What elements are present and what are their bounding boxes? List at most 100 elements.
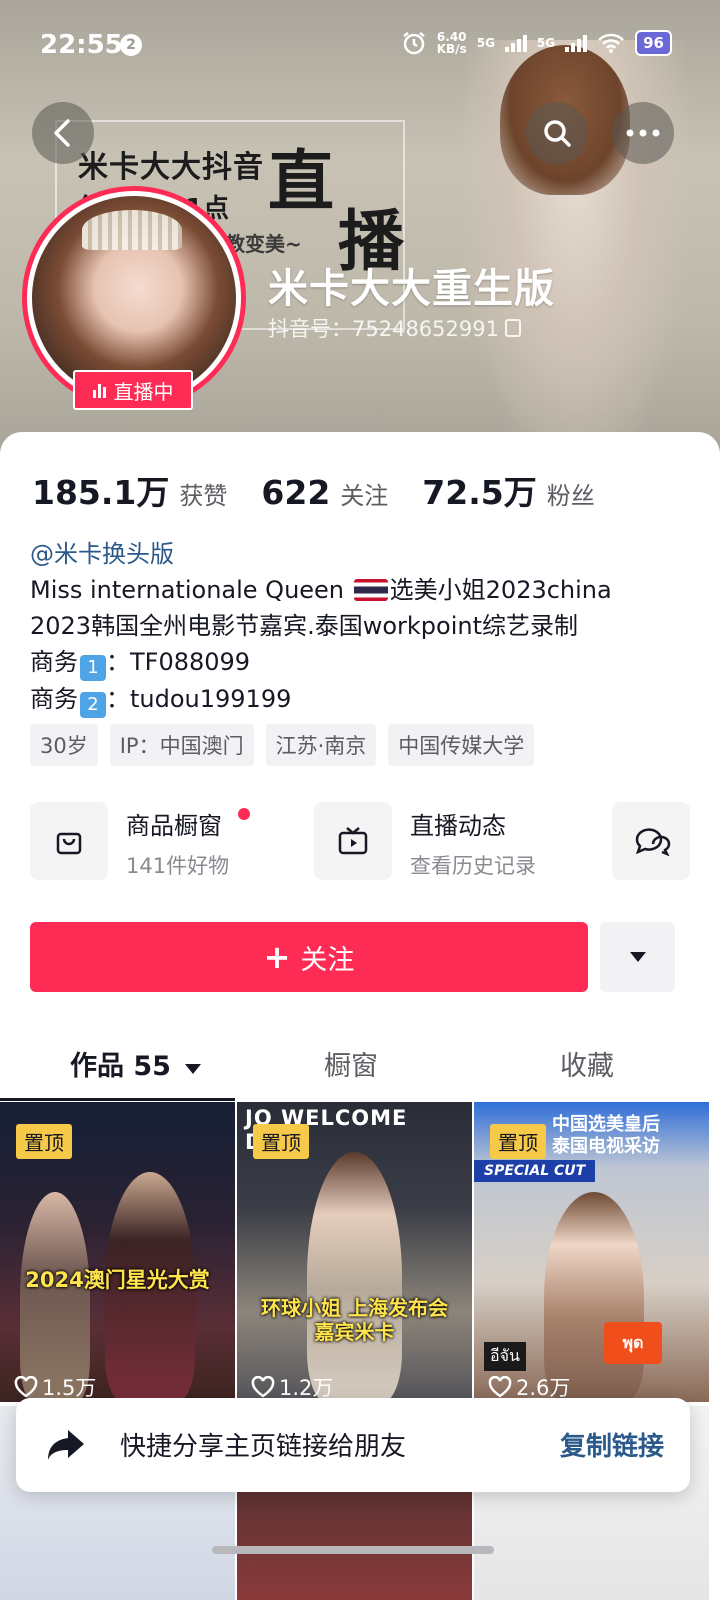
tag-age: 30岁 [30, 724, 98, 766]
video-person-figure [544, 1192, 644, 1402]
profile-bio: @米卡换头版 Miss internationale Queen 选美小姐202… [30, 536, 700, 718]
live-history-subtitle: 查看历史记录 [410, 854, 536, 878]
tab-works[interactable]: 作品 55 [70, 1044, 202, 1083]
tag-school[interactable]: 中国传媒大学 [388, 724, 535, 766]
tv-icon [338, 827, 368, 855]
signal-icon-1 [504, 34, 527, 52]
shop-window-title[interactable]: 商品橱窗 [126, 806, 222, 841]
plus-icon: + [263, 938, 291, 976]
thailand-flag-icon [353, 579, 388, 601]
share-toast-text: 快捷分享主页链接给朋友 [120, 1432, 407, 1462]
shop-window-button[interactable] [30, 802, 108, 880]
video-person-figure [307, 1152, 402, 1402]
follow-button-label: 关注 [300, 944, 355, 976]
heart-icon [14, 1376, 38, 1398]
stat-followers-label: 粉丝 [546, 482, 595, 510]
stat-following[interactable]: 622 关注 [261, 473, 388, 512]
stat-followers[interactable]: 72.5万 粉丝 [422, 466, 594, 514]
more-dots-icon [626, 129, 660, 137]
video-tile[interactable]: 置顶 2024澳门星光大赏 1.5万 [0, 1102, 235, 1402]
video-caption-line2: 嘉宾米卡 [314, 1320, 395, 1344]
poster-big-text-1: 直 [268, 142, 334, 220]
notification-badge: 2 [120, 34, 142, 56]
tag-location[interactable]: 江苏·南京 [265, 724, 377, 766]
shop-window-subtitle: 141件好物 [126, 854, 230, 878]
status-bar: 22:55 2 6.40 KB/s 5G 5G 96 [0, 0, 720, 90]
stat-likes-value: 185.1万 [32, 473, 170, 512]
chat-bubbles-icon [635, 828, 671, 857]
stat-likes-label: 获赞 [179, 482, 228, 510]
live-bars-icon [92, 382, 106, 398]
battery-indicator: 96 [635, 30, 672, 56]
video-caption: 2024澳门星光大赏 [25, 1268, 210, 1292]
profile-tabs: 作品 55 橱窗 收藏 [0, 1032, 720, 1092]
poster-line1: 米卡大大抖音 [78, 150, 264, 185]
video-person-figure [20, 1192, 90, 1402]
douyin-id-text: 抖音号：75248652991 [268, 317, 499, 341]
copy-link-button[interactable]: 复制链接 [560, 1426, 664, 1463]
video-tv-title: 中国选美皇后 泰国电视采访 [552, 1114, 660, 1157]
pinned-badge: 置顶 [16, 1124, 72, 1159]
profile-shortcuts: 商品橱窗 141件好物 直播动态 查看历史记录 [30, 802, 692, 884]
video-special-cut-label: SPECIAL CUT [474, 1160, 596, 1182]
stat-followers-value: 72.5万 [422, 473, 537, 512]
back-button[interactable] [32, 102, 94, 164]
signal-icon-2 [565, 34, 588, 52]
signal-5g-label-1: 5G [476, 36, 495, 50]
active-tab-indicator [0, 1098, 235, 1101]
pinned-badge: 置顶 [253, 1124, 309, 1159]
bio-line-2: 2023韩国全州电影节嘉宾.泰国workpoint综艺录制 [30, 612, 578, 640]
heart-icon [488, 1376, 512, 1398]
profile-nickname: 米卡大大重生版 [268, 266, 555, 312]
chevron-left-icon [54, 119, 70, 147]
signal-5g-label-2: 5G [536, 36, 556, 50]
heart-icon [251, 1376, 275, 1398]
video-mic-label: พุด [604, 1322, 662, 1364]
live-status-badge[interactable]: 直播中 [73, 370, 193, 410]
shopping-bag-icon [56, 832, 82, 855]
video-tile[interactable]: 中国选美皇后 泰国电视采访 SPECIAL CUT 置顶 อีจัน พุด 2.… [474, 1102, 709, 1402]
caret-down-icon [185, 1064, 202, 1074]
shop-window-red-dot [238, 808, 250, 820]
tab-favorites[interactable]: 收藏 [560, 1044, 614, 1083]
more-options-button[interactable] [612, 102, 674, 164]
crown-graphic [82, 210, 182, 250]
stat-following-value: 622 [261, 473, 331, 512]
bio-business-1: 商务 1 ：TF088099 [30, 644, 700, 681]
video-thai-label: อีจัน [484, 1342, 526, 1371]
video-grid: 置顶 2024澳门星光大赏 1.5万 JO WELCOME DINN 置顶 环球… [0, 1102, 720, 1600]
live-badge-label: 直播中 [113, 379, 174, 404]
share-arrow-icon [48, 1430, 84, 1460]
message-button[interactable] [612, 802, 690, 880]
tab-shop-window[interactable]: 橱窗 [324, 1044, 378, 1083]
stat-following-label: 关注 [340, 482, 389, 510]
video-tile[interactable]: JO WELCOME DINN 置顶 环球小姐 上海发布会 嘉宾米卡 1.2万 [237, 1102, 472, 1402]
home-indicator[interactable] [212, 1546, 494, 1554]
pinned-badge: 置顶 [490, 1124, 546, 1159]
share-profile-toast: 快捷分享主页链接给朋友 复制链接 [16, 1398, 690, 1492]
wifi-icon [598, 33, 625, 53]
profile-stats: 185.1万 获赞 622 关注 72.5万 粉丝 [32, 466, 595, 514]
keycap-one-icon: 1 [80, 655, 106, 681]
stat-likes[interactable]: 185.1万 获赞 [32, 466, 227, 514]
bio-line-1: Miss internationale Queen 选美小姐2023china [30, 576, 612, 604]
status-time: 22:55 [40, 30, 123, 60]
follow-dropdown-button[interactable] [600, 922, 675, 992]
keycap-two-icon: 2 [80, 692, 106, 718]
status-indicators: 6.40 KB/s 5G 5G 96 [401, 30, 672, 56]
follow-button[interactable]: + 关注 [30, 922, 588, 992]
live-history-button[interactable] [314, 802, 392, 880]
alarm-icon [402, 32, 425, 55]
live-history-title[interactable]: 直播动态 [410, 806, 506, 841]
copy-icon[interactable] [504, 319, 521, 337]
caret-down-icon [629, 952, 646, 962]
tag-ip: IP：中国澳门 [109, 724, 254, 766]
search-button[interactable] [526, 102, 588, 164]
search-icon [544, 120, 571, 147]
profile-tags: 30岁 IP：中国澳门 江苏·南京 中国传媒大学 [30, 724, 535, 766]
bio-business-2: 商务 2 ：tudou199199 [30, 681, 700, 718]
net-speed: 6.40 KB/s [436, 30, 467, 56]
bio-mention-link[interactable]: @米卡换头版 [30, 540, 174, 568]
douyin-id[interactable]: 抖音号：75248652991 [268, 313, 521, 343]
tab-works-label: 作品 55 [70, 1051, 171, 1082]
